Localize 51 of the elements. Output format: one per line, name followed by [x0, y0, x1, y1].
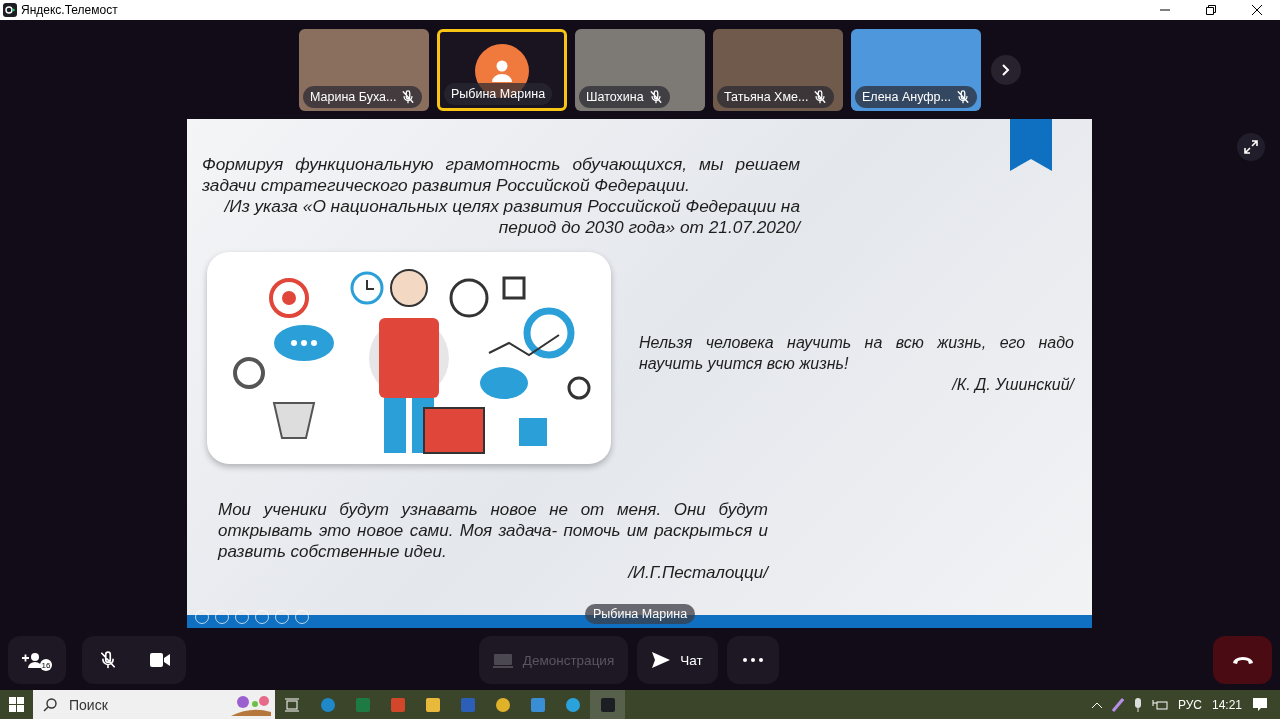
bookmark-ribbon-icon — [1010, 119, 1052, 171]
quote-text: Нельзя человека научить на всю жизнь, его надо научить учится всю жизнь! — [639, 333, 1074, 374]
mic-off-icon — [99, 651, 117, 669]
close-icon — [1252, 5, 1262, 15]
participant-tile[interactable]: Татьяна Хме... — [713, 29, 843, 111]
notification-icon[interactable] — [1252, 697, 1268, 712]
search-icon — [43, 697, 57, 712]
chat-button[interactable]: Чат — [637, 636, 718, 684]
participant-name: Татьяна Хме... — [724, 90, 809, 104]
quote-text: Мои ученики будут узнавать новое не от меня. Они будут открывать это новое сами. Моя задача- помочь им раскрыться и развить собственные идеи. — [218, 499, 768, 562]
participant-tile[interactable]: Елена Ануфр... — [851, 29, 981, 111]
app-logo-icon — [3, 3, 17, 17]
quote-author: /К. Д. Ушинский/ — [950, 375, 1074, 395]
fullscreen-button[interactable] — [1237, 133, 1265, 161]
chevron-up-icon — [1091, 701, 1102, 708]
clock-time[interactable]: 14:21 — [1211, 697, 1242, 712]
end-call-button[interactable] — [1213, 636, 1272, 684]
participant-name: Елена Ануфр... — [862, 90, 951, 104]
participant-tile[interactable]: Рыбина Марина — [437, 29, 567, 111]
camera-icon — [150, 653, 170, 667]
expand-icon — [1244, 140, 1258, 154]
search-field[interactable]: Поиск — [33, 690, 275, 719]
invite-button[interactable]: 16 — [8, 636, 66, 684]
network-icon — [1151, 698, 1168, 711]
more-icon — [743, 658, 763, 662]
send-icon — [652, 652, 671, 668]
window-title: Яндекс.Телемост — [21, 3, 118, 17]
screen-cast-icon — [492, 652, 513, 668]
input-language[interactable]: РУС — [1177, 697, 1202, 712]
participant-count-badge: 16 — [40, 659, 52, 671]
participant-name: Рыбина Марина — [451, 87, 546, 101]
participant-tile[interactable]: Марина Буха... — [299, 29, 429, 111]
search-input[interactable]: Поиск — [67, 695, 191, 714]
task-view-icon — [284, 697, 301, 712]
person-icon — [491, 59, 513, 83]
quote-author: /И.Г.Песталоцци/ — [626, 562, 768, 583]
restore-icon — [1206, 5, 1216, 15]
participant-name: Шатохина — [586, 90, 644, 104]
speaker-name-label: Рыбина Марина — [585, 604, 696, 624]
pen-icon — [1111, 697, 1124, 712]
quote-text: Формируя функциональную грамотность обучающихся, мы решаем задачи стратегического развития Российской Федерации. — [202, 154, 800, 196]
hang-up-icon — [1231, 655, 1254, 665]
video-call-app-button[interactable] — [590, 690, 625, 719]
microphone-icon — [1133, 697, 1142, 712]
hot-air-balloons-drawing — [231, 693, 271, 716]
participant-name: Марина Буха... — [310, 90, 397, 104]
chevron-right-icon — [1002, 64, 1010, 76]
next-participants-button[interactable] — [991, 55, 1021, 85]
quote-source: /Из указа «О национальных целях развития Российской Федерации на период до 2030 года» от 21.07.2020/ — [222, 196, 800, 238]
participant-tile[interactable]: Шатохина — [575, 29, 705, 111]
windows-logo-icon — [9, 697, 24, 712]
